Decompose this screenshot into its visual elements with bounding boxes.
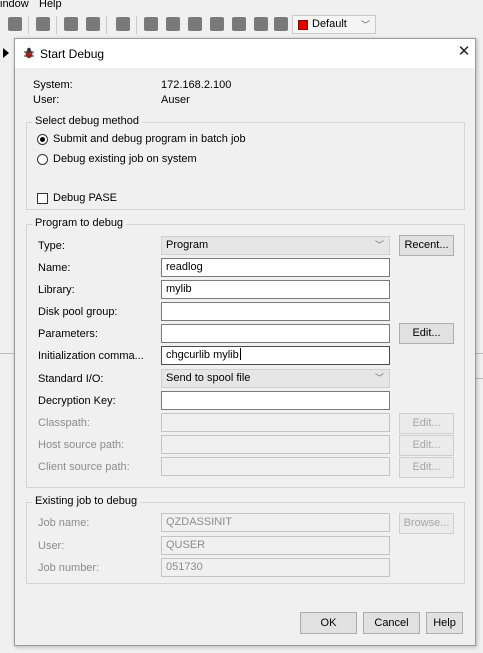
red-square-icon	[298, 20, 308, 30]
toolbar: Default ﹀	[0, 12, 483, 39]
toolbar-icon[interactable]	[86, 17, 100, 31]
chevron-down-icon: ﹀	[360, 20, 370, 30]
toolbar-icon[interactable]	[232, 17, 246, 31]
toolbar-icon[interactable]	[210, 17, 224, 31]
standard-io-label: Standard I/O:	[38, 373, 104, 385]
init-command-value: chgcurlib mylib	[166, 349, 239, 361]
system-label: System:	[33, 79, 73, 91]
ok-button[interactable]: OK	[300, 612, 357, 634]
divider	[0, 353, 14, 354]
client-source-field	[161, 457, 390, 476]
classpath-label: Classpath:	[38, 417, 90, 429]
browse-button: Browse...	[399, 513, 454, 534]
standard-io-combo[interactable]: Send to spool file ﹀	[161, 369, 390, 388]
name-field[interactable]: readlog	[161, 258, 390, 277]
close-icon[interactable]: ✕	[455, 43, 473, 61]
job-user-field: QUSER	[161, 536, 390, 555]
bug-icon	[24, 47, 34, 59]
debug-pase-label[interactable]: Debug PASE	[53, 192, 117, 204]
job-number-field: 051730	[161, 558, 390, 577]
menu-help[interactable]: Help	[39, 0, 62, 10]
toolbar-icon[interactable]	[8, 17, 22, 31]
job-user-label: User:	[38, 540, 65, 552]
toolbar-separator	[28, 16, 29, 34]
start-debug-dialog: Start Debug ✕ System: 172.168.2.100 User…	[14, 38, 476, 646]
disk-pool-label: Disk pool group:	[38, 306, 118, 318]
disk-pool-field[interactable]	[161, 302, 390, 321]
dialog-title: Start Debug	[40, 47, 105, 61]
library-label: Library:	[38, 284, 75, 296]
perspective-combo[interactable]: Default ﹀	[292, 15, 376, 34]
user-label: User:	[33, 94, 60, 106]
init-command-field[interactable]: chgcurlib mylib	[161, 346, 390, 365]
toolbar-icon[interactable]	[254, 17, 268, 31]
decryption-key-field[interactable]	[161, 391, 390, 410]
init-command-label: Initialization comma...	[38, 350, 144, 362]
toolbar-icon[interactable]	[188, 17, 202, 31]
radio-existing-job-label[interactable]: Debug existing job on system	[53, 153, 197, 165]
type-label: Type:	[38, 240, 65, 252]
system-value: 172.168.2.100	[161, 79, 232, 91]
library-field[interactable]: mylib	[161, 280, 390, 299]
classpath-edit-button: Edit...	[399, 413, 454, 434]
debug-method-group-title: Select debug method	[32, 115, 142, 127]
toolbar-icon[interactable]	[36, 17, 50, 31]
client-source-label: Client source path:	[38, 461, 130, 473]
host-source-field	[161, 435, 390, 454]
host-source-label: Host source path:	[38, 439, 125, 451]
standard-io-combo-value: Send to spool file	[166, 372, 251, 384]
job-name-label: Job name:	[38, 517, 90, 529]
radio-batch-job[interactable]	[37, 134, 48, 145]
toolbar-separator	[106, 16, 107, 34]
radio-existing-job[interactable]	[37, 154, 48, 165]
user-value: Auser	[161, 94, 190, 106]
recent-button[interactable]: Recent...	[399, 235, 454, 256]
radio-batch-job-label[interactable]: Submit and debug program in batch job	[53, 133, 246, 145]
menu-window[interactable]: indow	[0, 0, 29, 10]
menu-bar: indow Help	[0, 0, 483, 12]
help-button[interactable]: Help	[426, 612, 463, 634]
perspective-combo-label: Default	[312, 18, 347, 30]
decryption-key-label: Decryption Key:	[38, 395, 116, 407]
parameters-edit-button[interactable]: Edit...	[399, 323, 454, 344]
toolbar-separator	[56, 16, 57, 34]
toolbar-icon[interactable]	[166, 17, 180, 31]
existing-job-group-title: Existing job to debug	[32, 495, 141, 507]
dialog-titlebar: Start Debug ✕	[15, 39, 475, 68]
type-combo-value: Program	[166, 239, 209, 251]
chevron-down-icon: ﹀	[374, 373, 384, 383]
cancel-button[interactable]: Cancel	[363, 612, 420, 634]
toolbar-icon[interactable]	[144, 17, 158, 31]
background-panel-left	[0, 38, 14, 653]
text-caret	[239, 348, 241, 360]
job-number-label: Job number:	[38, 562, 100, 574]
type-combo[interactable]: Program ﹀	[161, 236, 390, 255]
parameters-field[interactable]	[161, 324, 390, 343]
job-name-field: QZDASSINIT	[161, 513, 390, 532]
client-source-edit-button: Edit...	[399, 457, 454, 478]
classpath-field	[161, 413, 390, 432]
toolbar-icon[interactable]	[64, 17, 78, 31]
toolbar-icon[interactable]	[274, 17, 288, 31]
chevron-down-icon: ﹀	[374, 240, 384, 250]
program-group-title: Program to debug	[32, 217, 127, 229]
host-source-edit-button: Edit...	[399, 435, 454, 456]
toolbar-icon[interactable]	[116, 17, 130, 31]
name-label: Name:	[38, 262, 71, 274]
toolbar-separator	[136, 16, 137, 34]
debug-pase-checkbox[interactable]	[37, 193, 48, 204]
expand-arrow-icon[interactable]	[3, 48, 9, 58]
parameters-label: Parameters:	[38, 328, 98, 340]
